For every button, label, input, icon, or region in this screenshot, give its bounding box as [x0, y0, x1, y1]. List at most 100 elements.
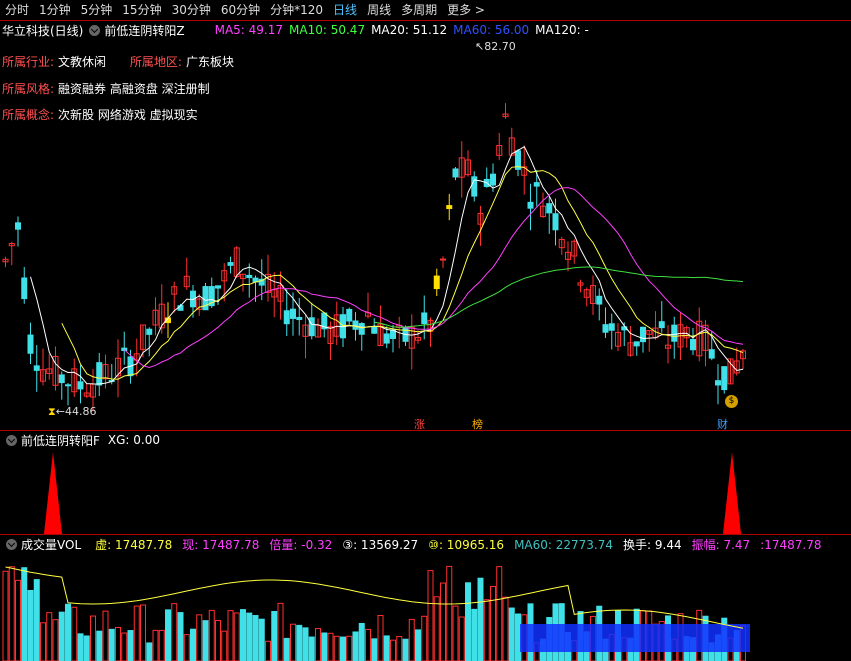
tab-period[interactable]: 30分钟 [167, 0, 216, 20]
candle-body [15, 222, 21, 230]
volume-bar [377, 615, 384, 661]
volume-bar [40, 622, 46, 661]
candle-body [246, 274, 253, 279]
volume-ma-band [520, 624, 750, 652]
ma-line [30, 145, 744, 385]
volume-bar [2, 570, 9, 661]
volume-bar [446, 565, 453, 661]
candle-body [446, 205, 453, 210]
candle-body [371, 326, 378, 334]
volume-bar [358, 622, 365, 661]
tab-period[interactable]: 日线 [328, 0, 362, 20]
volume-bar [165, 609, 171, 661]
volume-bar [390, 639, 396, 661]
volume-bar [402, 638, 409, 661]
volume-bar [71, 606, 78, 661]
volume-bar [321, 632, 328, 661]
volume-legend-item: 换手: 9.44 [623, 537, 682, 552]
signal-header: 前低连阴转阳F XG: 0.00 [0, 431, 160, 449]
chevron-down-icon[interactable] [6, 538, 17, 550]
volume-bar [277, 602, 284, 661]
volume-bar [477, 577, 484, 661]
tab-period[interactable]: 多周期 [396, 0, 442, 20]
volume-bar [440, 582, 446, 661]
candle-body [708, 349, 715, 359]
candle-body [383, 333, 390, 344]
candle-body [290, 308, 296, 319]
volume-legend-item: ③: 13569.27 [342, 537, 419, 552]
volume-bar [421, 615, 428, 661]
volume-bar [433, 596, 440, 661]
volume-bar [102, 610, 109, 661]
candle-body [308, 317, 315, 337]
candle-body [358, 323, 365, 335]
volume-bar [396, 636, 403, 661]
tab-period[interactable]: 分钟*120 [265, 0, 328, 20]
volume-bar [133, 605, 140, 661]
volume-bar [52, 619, 59, 661]
tab-period[interactable]: 更多 > [442, 0, 490, 20]
volume-bar [65, 603, 71, 661]
volume-bar [327, 632, 334, 661]
volume-bar [27, 589, 34, 661]
volume-legend-item: 虚: 17487.78 [95, 537, 173, 552]
volume-title[interactable]: 成交量VOL [21, 536, 81, 553]
tab-period[interactable]: 60分钟 [216, 0, 265, 20]
volume-bar [33, 579, 40, 661]
volume-bar [383, 635, 390, 661]
volume-bar [158, 629, 165, 661]
candle-body [633, 341, 640, 347]
candle-body [596, 295, 603, 305]
volume-bar [108, 628, 115, 661]
tab-period[interactable]: 1分钟 [34, 0, 76, 20]
volume-bar [271, 611, 278, 661]
volume-bar [115, 626, 121, 661]
volume-legend-item: MA60: 22773.74 [514, 537, 614, 552]
volume-bar [215, 620, 221, 661]
candle-body [533, 182, 540, 187]
candle-body [721, 366, 728, 391]
volume-chart [2, 565, 750, 661]
candle-body [546, 203, 553, 214]
volume-bar [502, 596, 509, 661]
signal-title[interactable]: 前低连阴转阳F [21, 432, 100, 449]
volume-bar [483, 599, 490, 661]
signal-chart [44, 452, 741, 534]
tab-period[interactable]: 周线 [362, 0, 396, 20]
volume-bar [8, 566, 15, 661]
candlestick-chart[interactable] [0, 20, 851, 430]
candle-body [552, 213, 559, 231]
candle-body [671, 324, 678, 342]
volume-bar [240, 609, 246, 661]
volume-bar [177, 612, 184, 661]
ma-line [123, 187, 744, 369]
tab-period[interactable]: 5分钟 [76, 0, 118, 20]
candle-body [283, 310, 290, 325]
volume-bar [233, 612, 240, 661]
volume-legend-item: 倍量: -0.32 [269, 537, 333, 552]
volume-bar [208, 609, 215, 661]
volume-bar [340, 636, 346, 661]
candle-body [602, 324, 609, 333]
money-bag-icon[interactable]: $ [725, 395, 738, 408]
chevron-down-icon[interactable] [6, 434, 17, 446]
candle-body [21, 277, 28, 300]
candle-body [640, 326, 646, 343]
volume-bar [283, 637, 290, 661]
candle-body [27, 334, 34, 354]
volume-bar [83, 635, 90, 661]
volume-bar [21, 567, 28, 661]
tab-period[interactable]: 分时 [0, 0, 34, 20]
volume-bar [196, 614, 203, 661]
candle-body [33, 365, 40, 371]
volume-bar [15, 579, 21, 661]
volume-bar [183, 634, 190, 661]
ma-line [61, 166, 744, 380]
candle-body [346, 308, 353, 322]
volume-bar [190, 628, 196, 661]
tab-period[interactable]: 15分钟 [117, 0, 166, 20]
volume-bar [121, 632, 128, 661]
candle-body [146, 328, 153, 335]
volume-bar [365, 628, 371, 661]
volume-bar [127, 630, 134, 661]
